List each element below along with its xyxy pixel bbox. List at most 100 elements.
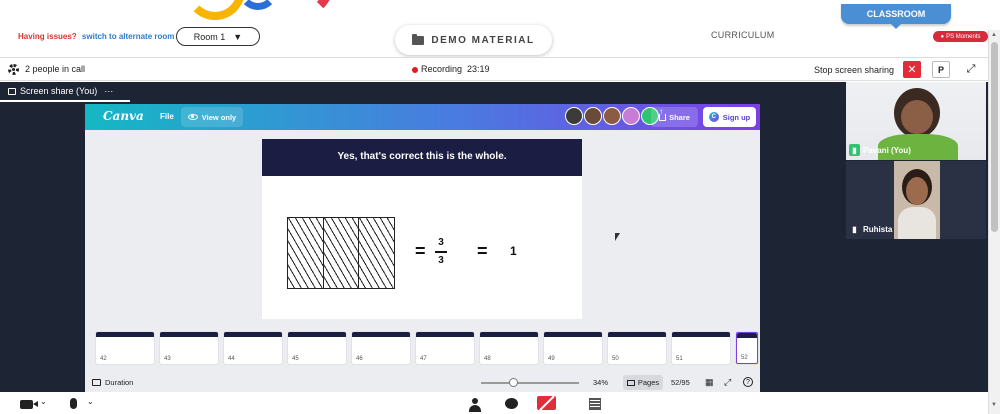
chevron-down-icon[interactable]: ⌄ — [87, 397, 94, 406]
demo-material-button[interactable]: DEMO MATERIAL — [395, 25, 552, 55]
file-menu[interactable]: File — [160, 112, 174, 121]
stop-screen-sharing-label: Stop screen sharing — [814, 65, 895, 75]
slide-thumbnail[interactable]: 46 — [352, 332, 410, 364]
expand-icon[interactable]: ⤢ — [964, 62, 978, 76]
canva-header: Canva File View only Share C Sign up — [85, 104, 760, 130]
fraction-rectangle — [287, 217, 395, 289]
slide-thumbnail[interactable]: 48 — [480, 332, 538, 364]
top-banner: Having issues? switch to alternate room … — [0, 0, 1000, 58]
screen-share-tab[interactable]: Screen share (You) ··· — [0, 82, 130, 102]
collaborator-avatars[interactable] — [565, 107, 659, 127]
screen-share-label: Screen share (You) — [20, 86, 98, 96]
logo-arc-icon — [255, 0, 335, 20]
curriculum-tab[interactable]: CURRICULUM — [711, 30, 775, 40]
collaborator-avatar[interactable] — [603, 107, 621, 125]
thumbnail-number: 48 — [484, 356, 491, 362]
room-select-value: Room 1 — [193, 31, 226, 42]
mic-on-icon: ▮ — [849, 144, 860, 156]
issue-prefix: Having issues? — [18, 32, 77, 41]
p-button[interactable]: P — [932, 61, 950, 78]
slide-thumbnail[interactable]: 52 — [736, 332, 758, 364]
grid-view-icon[interactable]: ▦ — [705, 377, 714, 388]
view-only-button[interactable]: View only — [181, 107, 243, 127]
duration-label: Duration — [105, 378, 134, 387]
recording-dot-icon — [412, 67, 418, 73]
alternate-room-link[interactable]: switch to alternate room — [82, 32, 174, 41]
pages-icon — [626, 379, 635, 386]
camera-icon[interactable] — [20, 400, 38, 409]
fullscreen-icon[interactable]: ⤢ — [724, 377, 731, 388]
thumbnail-header — [288, 332, 346, 337]
participant-tile[interactable]: ▮ Ruhista — [846, 161, 986, 239]
chevron-down-icon[interactable]: ⌄ — [40, 397, 47, 406]
duration-button[interactable]: Duration — [92, 378, 133, 387]
view-only-label: View only — [201, 112, 237, 122]
fraction-part — [359, 218, 395, 288]
share-button[interactable]: Share — [651, 107, 698, 127]
zoom-level: 34% — [593, 378, 609, 387]
thumbnail-number: 51 — [676, 356, 683, 362]
thumbnail-number: 43 — [164, 356, 171, 362]
thumbnail-header — [224, 332, 282, 337]
denominator: 3 — [438, 255, 444, 266]
slide-title: Yes, that's correct this is the whole. — [337, 151, 507, 162]
participant-name: Ruhista — [863, 224, 893, 234]
play-icon — [92, 379, 101, 386]
thumbnail-header — [544, 332, 602, 337]
participant-label: ▮ Pavani (You) — [849, 143, 911, 157]
thumbnail-header — [160, 332, 218, 337]
slide-thumbnail[interactable]: 49 — [544, 332, 602, 364]
room-select[interactable]: Room 1 ▼ — [176, 27, 260, 46]
scrollbar-thumb[interactable] — [991, 42, 998, 232]
gear-icon[interactable] — [8, 64, 19, 75]
chat-icon[interactable] — [505, 398, 518, 409]
collaborator-avatar[interactable] — [622, 107, 640, 125]
ps-moments-button[interactable]: ● PS Moments — [933, 31, 988, 42]
current-slide: Yes, that's correct this is the whole. =… — [262, 139, 582, 319]
more-options-icon[interactable]: ··· — [104, 86, 113, 96]
help-icon[interactable]: ? — [743, 377, 753, 387]
screen-share-off-icon[interactable] — [537, 396, 556, 410]
canva-presentation: Canva File View only Share C Sign up Yes… — [85, 104, 760, 392]
whiteboard-icon[interactable] — [589, 398, 601, 410]
sign-up-label: Sign up — [722, 112, 751, 122]
participants-icon[interactable] — [469, 398, 481, 412]
collaborator-avatar[interactable] — [584, 107, 602, 125]
pages-label: Pages — [637, 378, 660, 387]
canva-logo[interactable]: Canva — [103, 109, 144, 123]
thumbnail-number: 50 — [612, 356, 619, 362]
zoom-slider-handle[interactable] — [509, 378, 518, 387]
zoom-slider[interactable] — [481, 382, 579, 384]
slide-thumbnail[interactable]: 50 — [608, 332, 666, 364]
microphone-icon[interactable] — [70, 398, 77, 409]
thumbnail-number: 49 — [548, 356, 555, 362]
participant-name: Pavani (You) — [863, 145, 911, 155]
sign-up-button[interactable]: C Sign up — [703, 107, 756, 127]
app-root: Having issues? switch to alternate room … — [0, 0, 1000, 414]
canva-footer: Duration 34% Pages 52/95 ▦ ⤢ ? — [85, 374, 760, 392]
classroom-tab[interactable]: CLASSROOM — [841, 4, 951, 29]
slide-thumbnail[interactable]: 43 — [160, 332, 218, 364]
thumbnail-number: 42 — [100, 356, 107, 362]
call-bar: 2 people in call Recording 23:19 Stop sc… — [0, 57, 988, 81]
pages-button[interactable]: Pages — [623, 375, 663, 390]
participant-tile[interactable]: ▮ Pavani (You) — [846, 82, 986, 160]
result-value: 1 — [510, 244, 517, 258]
scroll-up-icon[interactable]: ▲ — [991, 32, 997, 38]
collaborator-avatar[interactable] — [565, 107, 583, 125]
slide-thumbnail[interactable]: 51 — [672, 332, 730, 364]
issue-notice: Having issues? switch to alternate room — [18, 32, 174, 41]
slide-thumbnail[interactable]: 42 — [96, 332, 154, 364]
stop-sharing-close-icon[interactable]: ✕ — [903, 61, 921, 78]
equals-sign: = — [477, 241, 488, 261]
eye-icon — [187, 114, 198, 120]
slide-thumbnail[interactable]: 47 — [416, 332, 474, 364]
participant-video-body — [898, 207, 936, 239]
slide-thumbnail[interactable]: 45 — [288, 332, 346, 364]
scroll-down-icon[interactable]: ▼ — [991, 402, 997, 408]
page-scrollbar[interactable]: ▲ ▼ — [988, 30, 1000, 414]
logo-arc-icon — [185, 0, 245, 20]
thumbnail-number: 45 — [292, 356, 299, 362]
screen-icon — [8, 87, 16, 95]
slide-thumbnail[interactable]: 44 — [224, 332, 282, 364]
